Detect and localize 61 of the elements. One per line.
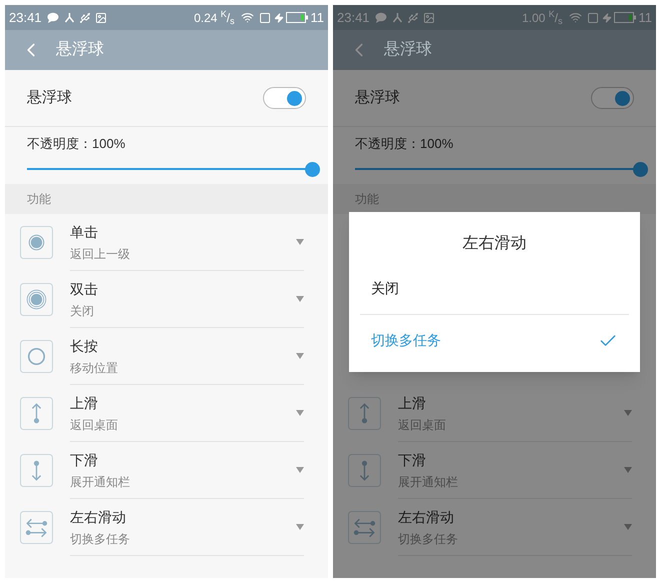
- screen-icon: [586, 12, 598, 24]
- gesture-title: 上滑: [70, 394, 99, 412]
- gesture-action: 移动位置: [70, 360, 119, 376]
- gesture-action: 展开通知栏: [70, 474, 131, 490]
- dropdown-caret-icon[interactable]: [296, 353, 304, 359]
- gesture-action: 返回上一级: [70, 246, 131, 262]
- chat-bubble-icon: [46, 12, 59, 23]
- charging-icon: [274, 12, 284, 22]
- gesture-action: 切换多任务: [398, 530, 459, 548]
- clock-text: 23:41: [9, 8, 42, 27]
- dropdown-caret-icon[interactable]: [624, 467, 632, 473]
- dropdown-caret-icon[interactable]: [296, 467, 304, 473]
- dialog-option[interactable]: 关闭: [360, 262, 629, 314]
- dropdown-caret-icon[interactable]: [296, 296, 304, 302]
- opacity-label: 不透明度：100%: [355, 134, 454, 153]
- gesture-action: 返回桌面: [70, 416, 119, 434]
- dropdown-caret-icon[interactable]: [296, 410, 304, 416]
- charging-icon: [602, 12, 612, 22]
- gesture-title: 左右滑动: [70, 508, 127, 526]
- gesture-action: 关闭: [70, 302, 95, 320]
- battery-icon: [286, 12, 308, 23]
- gesture-title: 上滑: [398, 394, 427, 412]
- opacity-slider[interactable]: [27, 161, 320, 178]
- chat-bubble-icon: [374, 12, 387, 23]
- toggle-switch[interactable]: [591, 87, 634, 109]
- opacity-label: 不透明度：100%: [27, 134, 126, 153]
- usb-icon: [78, 12, 91, 24]
- gesture-action: 返回桌面: [398, 416, 447, 434]
- battery-level-text: 11: [310, 8, 324, 27]
- gesture-title: 双击: [70, 280, 99, 298]
- battery-icon: [614, 12, 636, 23]
- gesture-title: 左右滑动: [398, 508, 455, 526]
- gesture-title: 单击: [70, 222, 99, 242]
- image-icon: [94, 12, 107, 24]
- gesture-action: 切换多任务: [70, 530, 131, 548]
- battery-level-text: 11: [638, 8, 652, 27]
- dropdown-caret-icon[interactable]: [296, 524, 304, 530]
- image-icon: [422, 12, 435, 24]
- toggle-switch[interactable]: [263, 87, 306, 109]
- page-title: 悬浮球: [384, 40, 432, 60]
- dropdown-caret-icon[interactable]: [624, 410, 632, 416]
- section-header: 功能: [27, 191, 51, 208]
- gesture-title: 下滑: [70, 450, 99, 470]
- network-icon: [64, 12, 75, 23]
- page-title: 悬浮球: [56, 40, 104, 60]
- screen-icon: [258, 12, 270, 24]
- dialog-title: 左右滑动: [462, 234, 526, 254]
- section-header: 功能: [355, 191, 379, 208]
- dropdown-caret-icon[interactable]: [296, 239, 304, 245]
- dropdown-caret-icon[interactable]: [624, 524, 632, 530]
- gesture-action: 展开通知栏: [398, 474, 459, 490]
- setting-label: 悬浮球: [355, 88, 400, 108]
- network-speed-text: 1.00 $^{K}$/$_{s}$: [522, 8, 562, 26]
- gesture-title: 下滑: [398, 450, 427, 470]
- setting-label: 悬浮球: [27, 88, 72, 108]
- opacity-slider[interactable]: [355, 161, 648, 178]
- network-icon: [392, 12, 403, 23]
- clock-text: 23:41: [337, 8, 370, 27]
- gesture-title: 长按: [70, 336, 99, 356]
- usb-icon: [406, 12, 419, 24]
- network-speed-text: 0.24 $^{K}$/$_{s}$: [194, 8, 234, 26]
